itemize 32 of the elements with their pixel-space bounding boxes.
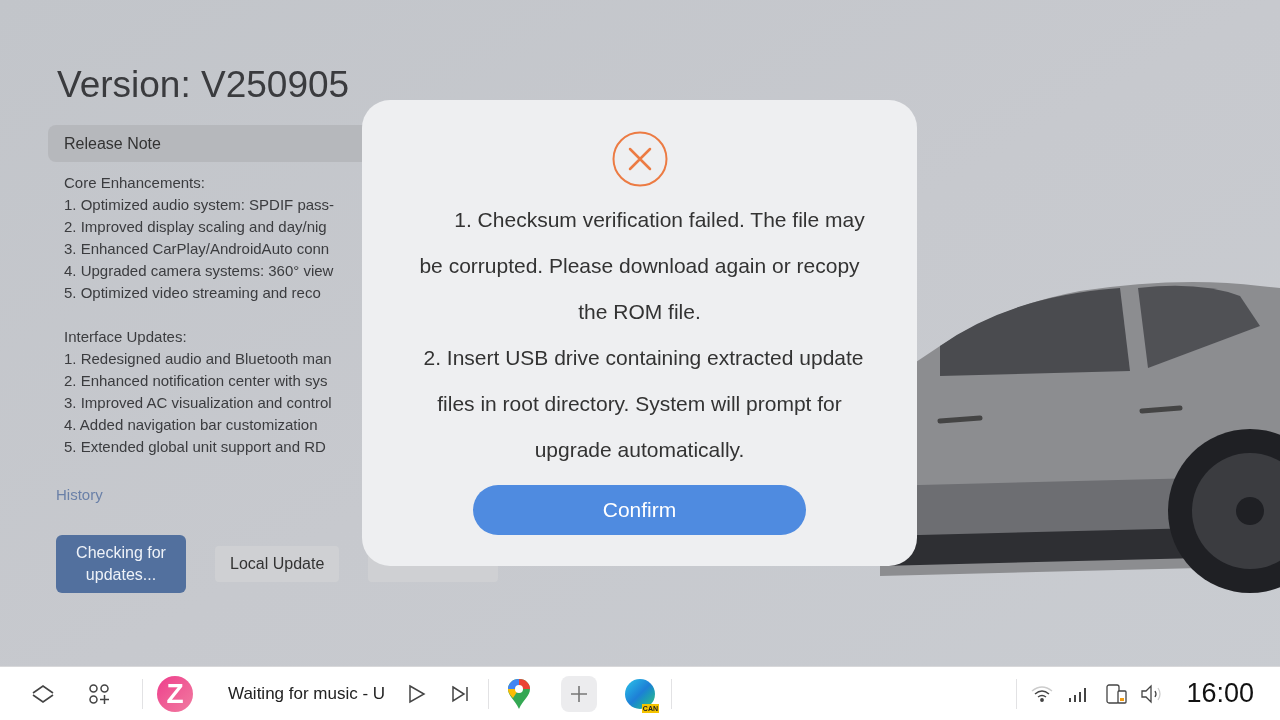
- chevrons-icon[interactable]: [30, 683, 55, 704]
- phone-battery-icon: [1106, 683, 1129, 704]
- confirm-button[interactable]: Confirm: [473, 485, 806, 535]
- release-note-line: 1. Redesigned audio and Bluetooth man: [64, 349, 333, 369]
- release-note-line: 4. Upgraded camera systems: 360° view: [64, 261, 335, 281]
- add-button[interactable]: [561, 675, 597, 712]
- release-note-line: 1. Optimized audio system: SPDIF pass-: [64, 195, 336, 215]
- dialog-message: 2. Insert USB drive containing extracted update files in root directory. System will prompt for upgrade automatically.: [422, 345, 865, 463]
- clock-time: 16:00: [1186, 677, 1254, 711]
- wifi-icon: [1031, 685, 1054, 702]
- release-note-line: 3. Enhanced CarPlay/AndroidAuto conn: [64, 239, 331, 259]
- section-heading: Core Enhancements:: [64, 173, 206, 193]
- release-note-line: 5. Extended global unit support and RD: [64, 437, 327, 457]
- dialog-message: 1. Checksum verification failed. The file may be corrupted. Please download again or recopy the ROM file.: [418, 207, 866, 325]
- history-link[interactable]: History: [56, 486, 103, 503]
- play-icon[interactable]: [408, 683, 426, 704]
- update-button[interactable]: Checking for updates...: [56, 535, 186, 593]
- music-title[interactable]: Waiting for music - U: [228, 680, 394, 707]
- release-note-line: 5. Optimized video streaming and reco: [64, 283, 322, 303]
- error-icon: [611, 131, 668, 187]
- release-note-line: 2. Enhanced notification center with sys: [64, 371, 329, 391]
- plus-icon: [569, 683, 589, 704]
- app-logo[interactable]: Z: [157, 675, 193, 712]
- version-title: Version: V250905: [56, 63, 351, 107]
- section-heading: Interface Updates:: [64, 327, 188, 347]
- update-button[interactable]: Local Update: [215, 546, 340, 582]
- map-pin-icon[interactable]: [507, 677, 531, 710]
- release-note-line: 4. Added navigation bar customization: [64, 415, 319, 435]
- apps-icon[interactable]: [87, 682, 110, 705]
- release-note-line: 2. Improved display scaling and day/nig: [64, 217, 328, 237]
- skip-next-icon[interactable]: [451, 684, 469, 703]
- release-note-line: 3. Improved AC visualization and control: [64, 393, 333, 413]
